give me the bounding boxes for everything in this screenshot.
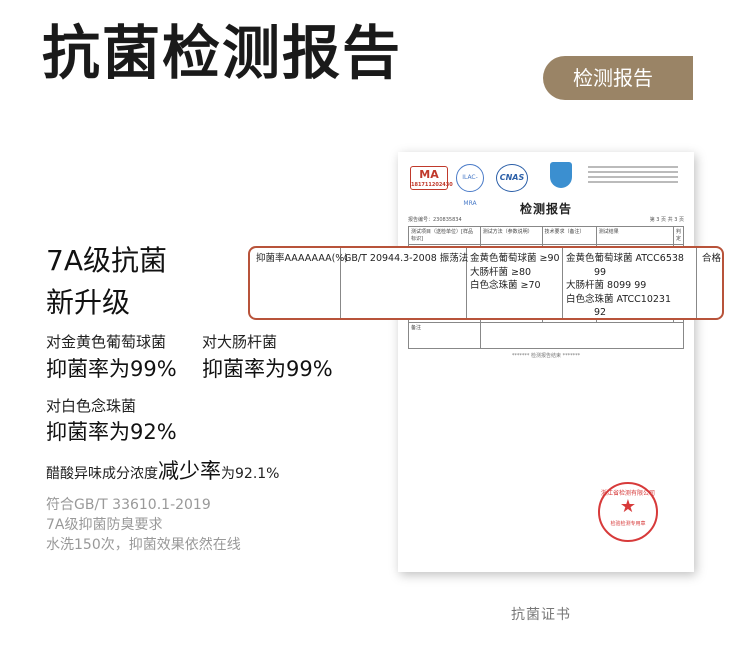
document-meta: 报告编号：230835834 第 3 页 共 3 页 bbox=[408, 216, 684, 223]
odor-suffix: 为92.1% bbox=[221, 466, 280, 482]
document-title: 检测报告 bbox=[519, 202, 572, 216]
headline-line-2: 新升级 bbox=[46, 286, 131, 319]
headline-line-1: 7A级抗菌 bbox=[46, 244, 167, 277]
claim-result-ecoli: 抑菌率为99% bbox=[202, 357, 333, 381]
page-number: 第 3 页 共 3 页 bbox=[649, 217, 684, 223]
test-method: GB/T 20944.3-2008 振荡法 bbox=[344, 253, 469, 264]
shield-icon bbox=[550, 162, 572, 188]
report-document: MA 181711202430 ILAC-MRA CNAS 检测报告 报告编号：2… bbox=[398, 152, 694, 572]
remark-label: 备注 bbox=[408, 322, 481, 349]
result-candida-value: 92 bbox=[594, 307, 607, 318]
result-staph-value: 99 bbox=[594, 266, 607, 278]
headline: 7A级抗菌 新升级 bbox=[46, 240, 167, 324]
table-header-row: 测试项目（送检单位）[样品标识] 测试方法（参数说明） 技术要求（备注） 测试结… bbox=[408, 226, 685, 245]
ma-label: MA bbox=[419, 168, 439, 181]
certification-logos: MA 181711202430 ILAC-MRA CNAS bbox=[410, 162, 684, 207]
report-number: 报告编号：230835834 bbox=[408, 217, 462, 223]
standard-notes: 符合GB/T 33610.1-2019 7A级抑菌防臭要求 水洗150次，抑菌效… bbox=[46, 495, 241, 555]
odor-emphasis: 减少率 bbox=[158, 459, 221, 483]
odor-prefix: 醋酸异味成分浓度 bbox=[46, 466, 158, 482]
claim-target-candida: 对白色念珠菌 bbox=[46, 397, 137, 415]
result-candida-strain: 白色念珠菌 ATCC10231 bbox=[566, 293, 672, 305]
claim-target-staph: 对金黄色葡萄球菌 bbox=[46, 333, 167, 351]
ilac-logo: ILAC-MRA bbox=[456, 164, 484, 207]
claim-result-candida: 抑菌率为92% bbox=[46, 420, 177, 444]
result-ecoli: 大肠杆菌 8099 99 bbox=[566, 280, 647, 291]
note-wash: 水洗150次，抑菌效果依然在线 bbox=[46, 537, 241, 553]
technical-requirements: 金黄色葡萄球菌 ≥90 大肠杆菌 ≥80 白色念珠菌 ≥70 bbox=[470, 252, 560, 293]
claim-target-ecoli: 对大肠杆菌 bbox=[202, 333, 278, 351]
requirement-ecoli: 大肠杆菌 ≥80 bbox=[470, 266, 532, 278]
table-header: 技术要求（备注） bbox=[541, 226, 597, 245]
ma-code: 181711202430 bbox=[411, 182, 453, 188]
claim-result-staph: 抑菌率为99% bbox=[46, 357, 177, 381]
cma-logo: MA 181711202430 bbox=[410, 166, 453, 190]
verdict: 合格 bbox=[702, 253, 722, 264]
table-header: 测试项目（送检单位）[样品标识] bbox=[408, 226, 481, 245]
table-header: 判定 bbox=[672, 226, 685, 245]
requirement-candida: 白色念珠菌 ≥70 bbox=[470, 280, 541, 291]
table-header: 测试方法（参数说明） bbox=[479, 226, 543, 245]
odor-reduction: 醋酸异味成分浓度减少率为92.1% bbox=[46, 455, 279, 485]
cnas-logo: CNAS bbox=[496, 164, 528, 192]
certificate-caption: 抗菌证书 bbox=[511, 607, 571, 623]
test-item: 抑菌率AAAAAAA(%) bbox=[256, 253, 349, 264]
official-seal: 浙江省检测有限公司 ★ 检验检测专用章 bbox=[598, 482, 658, 542]
report-end-marker: ******* 检测报告结束 ******* bbox=[511, 353, 581, 359]
table-row: 备注 bbox=[408, 322, 685, 349]
page-title: 抗菌检测报告 bbox=[42, 19, 403, 87]
result-staph-strain: 金黄色葡萄球菌 ATCC6538 bbox=[566, 253, 684, 264]
lab-address bbox=[588, 166, 688, 186]
note-grade: 7A级抑菌防臭要求 bbox=[46, 517, 163, 533]
note-standard: 符合GB/T 33610.1-2019 bbox=[46, 497, 211, 513]
highlighted-result-row: 抑菌率AAAAAAA(%) GB/T 20944.3-2008 振荡法 金黄色葡… bbox=[248, 246, 724, 320]
seal-bottom-text: 检验检测专用章 bbox=[610, 521, 646, 527]
star-icon: ★ bbox=[619, 496, 637, 517]
test-results: 金黄色葡萄球菌 ATCC6538 99 大肠杆菌 8099 99 白色念珠菌 A… bbox=[566, 252, 684, 320]
requirement-staph: 金黄色葡萄球菌 ≥90 bbox=[470, 253, 560, 264]
report-badge: 检测报告 bbox=[543, 56, 693, 100]
table-header: 测试结果 bbox=[595, 226, 674, 245]
